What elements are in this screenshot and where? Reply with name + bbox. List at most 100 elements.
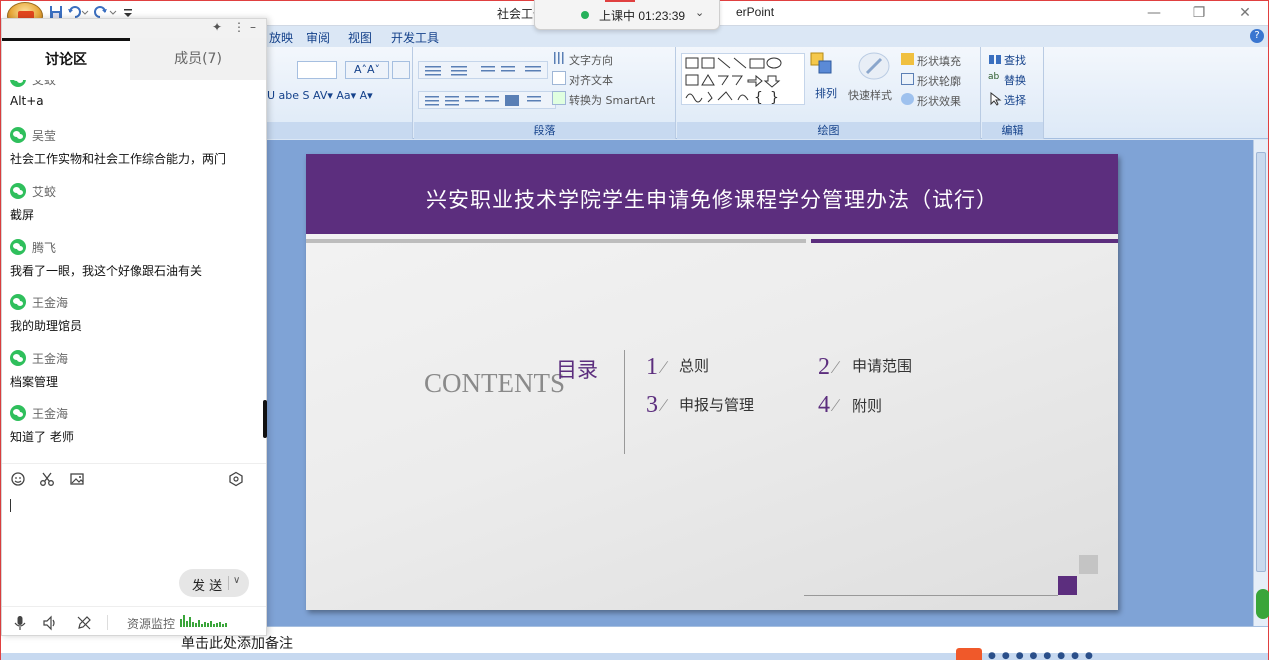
scissors-icon[interactable] (39, 471, 55, 487)
toc-slash-icon: ∕ (662, 395, 666, 415)
send-button[interactable]: 发 送 ∨ (179, 569, 249, 597)
slide-title[interactable]: 兴安职业技术学院学生申请免修课程学分管理办法（试行） (306, 184, 1118, 214)
select-label[interactable]: 选择 (1004, 92, 1026, 108)
shape-fill-icon[interactable] (901, 53, 914, 65)
grow-shrink-font-icon[interactable]: A˄A˅ (345, 61, 389, 79)
select-icon[interactable] (988, 91, 1002, 106)
toc-item[interactable]: 申请范围 (852, 355, 912, 376)
drawing-group: {} 排列 快速样式 形状填充 形状轮廓 形状效果 绘图 (677, 47, 981, 139)
speaker-icon[interactable] (42, 615, 58, 631)
more-icon[interactable]: ⋮ (233, 20, 245, 34)
tab-review[interactable]: 审阅 (306, 29, 330, 46)
toc-divider (624, 350, 625, 454)
ime-toolbar: ●●●●●●●● (956, 646, 1256, 660)
sogou-ime-icon[interactable] (956, 648, 982, 660)
notes-placeholder[interactable]: 单击此处添加备注 (181, 633, 293, 653)
text-direction-label[interactable]: 文字方向 (569, 52, 613, 68)
align-text-label[interactable]: 对齐文本 (569, 72, 613, 88)
tab-members[interactable]: 成员(7) (130, 38, 266, 80)
toc-slash-icon: ∕ (662, 357, 666, 377)
decor-square-purple (1058, 576, 1077, 595)
toc-number: 3 (646, 392, 658, 418)
emoji-icon[interactable] (10, 471, 26, 487)
message-text: 知道了 老师 (10, 430, 74, 444)
replace-label[interactable]: 替换 (1004, 72, 1026, 88)
tab-discussion[interactable]: 讨论区 (2, 38, 130, 80)
paragraph-group: 文字方向 对齐文本 转换为 SmartArt 段落 (414, 47, 676, 139)
quick-styles-icon[interactable] (857, 51, 891, 81)
message-list[interactable]: 艾蛟 Alt+a 吴莹 社会工作实物和社会工作综合能力，两门 艾蛟 截屏 腾飞 … (2, 80, 266, 463)
quick-styles-label[interactable]: 快速样式 (848, 87, 892, 103)
message-text: 截屏 (10, 208, 35, 222)
wechat-icon (10, 80, 26, 87)
list-indent-buttons-icon[interactable] (418, 61, 548, 79)
wechat-icon (10, 294, 26, 310)
minimize-panel-icon[interactable]: – (250, 20, 256, 34)
font-size-box[interactable] (297, 61, 337, 79)
ime-tools-icon[interactable]: ●●●●●●●● (988, 651, 1168, 660)
find-icon[interactable] (988, 52, 1002, 66)
chat-panel-header: ✦ ⋮ – (2, 19, 266, 38)
replace-icon[interactable]: ab (988, 72, 1002, 86)
divider (2, 463, 266, 464)
find-label[interactable]: 查找 (1004, 52, 1026, 68)
align-buttons-icon[interactable] (418, 91, 556, 109)
minimize-button[interactable]: — (1139, 3, 1169, 23)
text-direction-icon[interactable] (552, 51, 566, 65)
text-input-caret[interactable] (10, 499, 11, 512)
toc-item[interactable]: 总则 (679, 355, 709, 376)
help-icon[interactable]: ? (1250, 29, 1264, 43)
restore-button[interactable]: ❐ (1184, 3, 1214, 23)
toc-item[interactable]: 申报与管理 (679, 394, 754, 415)
input-toolbar (2, 469, 266, 491)
wechat-icon (10, 405, 26, 421)
contents-english[interactable]: CONTENTS (424, 368, 565, 399)
panel-resize-handle[interactable] (263, 400, 267, 438)
mic-icon[interactable] (12, 615, 28, 631)
sender-name: 王金海 (32, 407, 69, 421)
pen-off-icon[interactable] (76, 615, 92, 631)
message-text: 我看了一眼，我这个好像跟石油有关 (10, 264, 203, 278)
live-session-indicator[interactable]: 上课中 01:23:39 ⌄ (534, 0, 720, 30)
shape-fill-label[interactable]: 形状填充 (917, 53, 961, 69)
message-text: Alt+a (10, 94, 44, 108)
font-format-buttons-icon[interactable]: U abe S AV▾ Aa▾ A▾ (267, 89, 407, 107)
resource-monitor-label[interactable]: 资源监控 (127, 615, 175, 632)
chevron-down-icon[interactable]: ∨ (233, 575, 240, 586)
tab-developer[interactable]: 开发工具 (391, 29, 439, 46)
settings-hex-icon[interactable] (228, 471, 244, 487)
shape-outline-icon[interactable] (901, 73, 914, 85)
divider-purple (811, 239, 1118, 243)
fit-to-window-icon[interactable] (1256, 589, 1269, 619)
scrollbar-thumb[interactable] (1256, 152, 1266, 572)
shape-effects-icon[interactable] (901, 93, 914, 105)
chevron-down-icon[interactable]: ⌄ (695, 6, 704, 19)
slide[interactable]: 兴安职业技术学院学生申请免修课程学分管理办法（试行） CONTENTS 目录 1… (306, 154, 1118, 610)
toc-item[interactable]: 附则 (852, 395, 882, 416)
editing-group-label: 编辑 (982, 122, 1043, 139)
drawing-group-label: 绘图 (677, 122, 980, 139)
arrange-icon[interactable] (809, 51, 835, 79)
tab-slideshow[interactable]: 放映 (269, 29, 293, 46)
smartart-icon[interactable] (552, 91, 566, 105)
decor-square-gray (1079, 555, 1098, 574)
live-status-text: 上课中 01:23:39 (599, 9, 686, 23)
chat-tabs: 讨论区 成员(7) (2, 38, 266, 80)
contents-chinese[interactable]: 目录 (556, 354, 598, 384)
shape-effects-label[interactable]: 形状效果 (917, 93, 961, 109)
align-text-icon[interactable] (552, 71, 566, 85)
sender-name: 艾蛟 (32, 80, 57, 87)
convert-smartart-label[interactable]: 转换为 SmartArt (569, 92, 655, 108)
close-button[interactable]: ✕ (1230, 3, 1260, 23)
pin-icon[interactable]: ✦ (212, 20, 222, 34)
image-icon[interactable] (69, 471, 85, 487)
shape-outline-label[interactable]: 形状轮廓 (917, 73, 961, 89)
toc-number: 1 (646, 354, 658, 380)
toc-slash-icon: ∕ (834, 357, 838, 377)
vertical-scrollbar[interactable] (1253, 140, 1268, 626)
clear-format-icon[interactable] (392, 61, 410, 79)
wechat-icon (10, 350, 26, 366)
shapes-gallery[interactable]: {} (681, 53, 805, 106)
arrange-label[interactable]: 排列 (815, 85, 837, 101)
tab-view[interactable]: 视图 (348, 29, 372, 46)
